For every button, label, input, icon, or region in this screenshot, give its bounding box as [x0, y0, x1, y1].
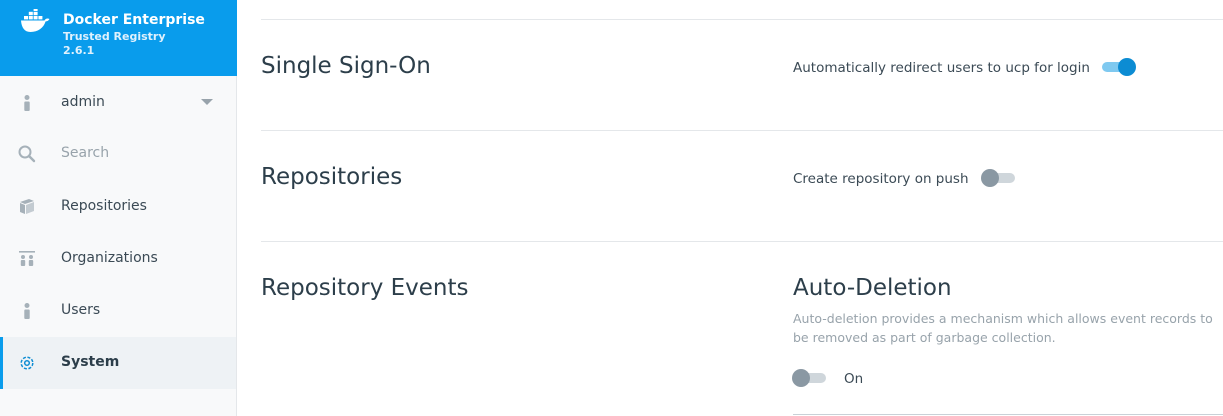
sidebar-item-label: Organizations — [61, 250, 158, 266]
gear-icon — [20, 356, 34, 370]
sidebar-item-repositories[interactable]: Repositories — [0, 181, 236, 233]
brand-subtitle: Trusted Registry — [63, 30, 166, 43]
sso-redirect-toggle[interactable] — [1100, 57, 1136, 77]
sso-section-title: Single Sign-On — [261, 53, 431, 79]
toggle-knob — [792, 369, 810, 387]
user-menu-label: admin — [61, 94, 105, 110]
auto-deletion-title: Auto-Deletion — [793, 275, 952, 301]
chevron-down-icon[interactable] — [201, 99, 213, 105]
organizations-icon — [19, 251, 35, 266]
auto-deletion-description: Auto-deletion provides a mechanism which… — [793, 311, 1213, 345]
auto-deletion-toggle[interactable] — [792, 368, 828, 388]
auto-deletion-toggle-label: On — [844, 371, 864, 387]
search-icon — [18, 145, 36, 163]
create-repo-on-push-label: Create repository on push — [793, 171, 969, 187]
main-content: Single Sign-On Automatically redirect us… — [237, 0, 1223, 416]
brand-title: Docker Enterprise — [63, 12, 205, 28]
toggle-knob — [981, 169, 999, 187]
sidebar-item-users[interactable]: Users — [0, 285, 236, 337]
sidebar-item-label: Repositories — [61, 198, 147, 214]
toggle-knob — [1118, 58, 1136, 76]
brand-header[interactable]: Docker Enterprise Trusted Registry 2.6.1 — [0, 0, 237, 76]
divider — [793, 414, 1223, 415]
create-repo-on-push-toggle[interactable] — [981, 168, 1017, 188]
sso-redirect-label: Automatically redirect users to ucp for … — [793, 60, 1090, 76]
divider — [261, 19, 1223, 20]
user-icon — [24, 95, 30, 111]
repository-events-section-title: Repository Events — [261, 275, 469, 301]
sidebar-item-label: Users — [61, 302, 101, 318]
app: Docker Enterprise Trusted Registry 2.6.1… — [0, 0, 1223, 416]
sidebar-item-system[interactable]: System — [0, 337, 236, 389]
sidebar-search[interactable]: Search — [0, 128, 236, 180]
sidebar-item-label: System — [61, 354, 120, 370]
user-menu[interactable]: admin — [0, 77, 236, 129]
search-label: Search — [61, 145, 110, 161]
docker-whale-icon — [21, 9, 50, 32]
divider — [261, 130, 1223, 131]
repositories-icon — [20, 199, 34, 214]
sidebar-item-organizations[interactable]: Organizations — [0, 233, 236, 285]
user-icon — [24, 303, 30, 319]
repositories-section-title: Repositories — [261, 164, 403, 190]
brand-version: 2.6.1 — [63, 44, 95, 57]
divider — [261, 241, 1223, 242]
sidebar: Docker Enterprise Trusted Registry 2.6.1… — [0, 0, 237, 416]
